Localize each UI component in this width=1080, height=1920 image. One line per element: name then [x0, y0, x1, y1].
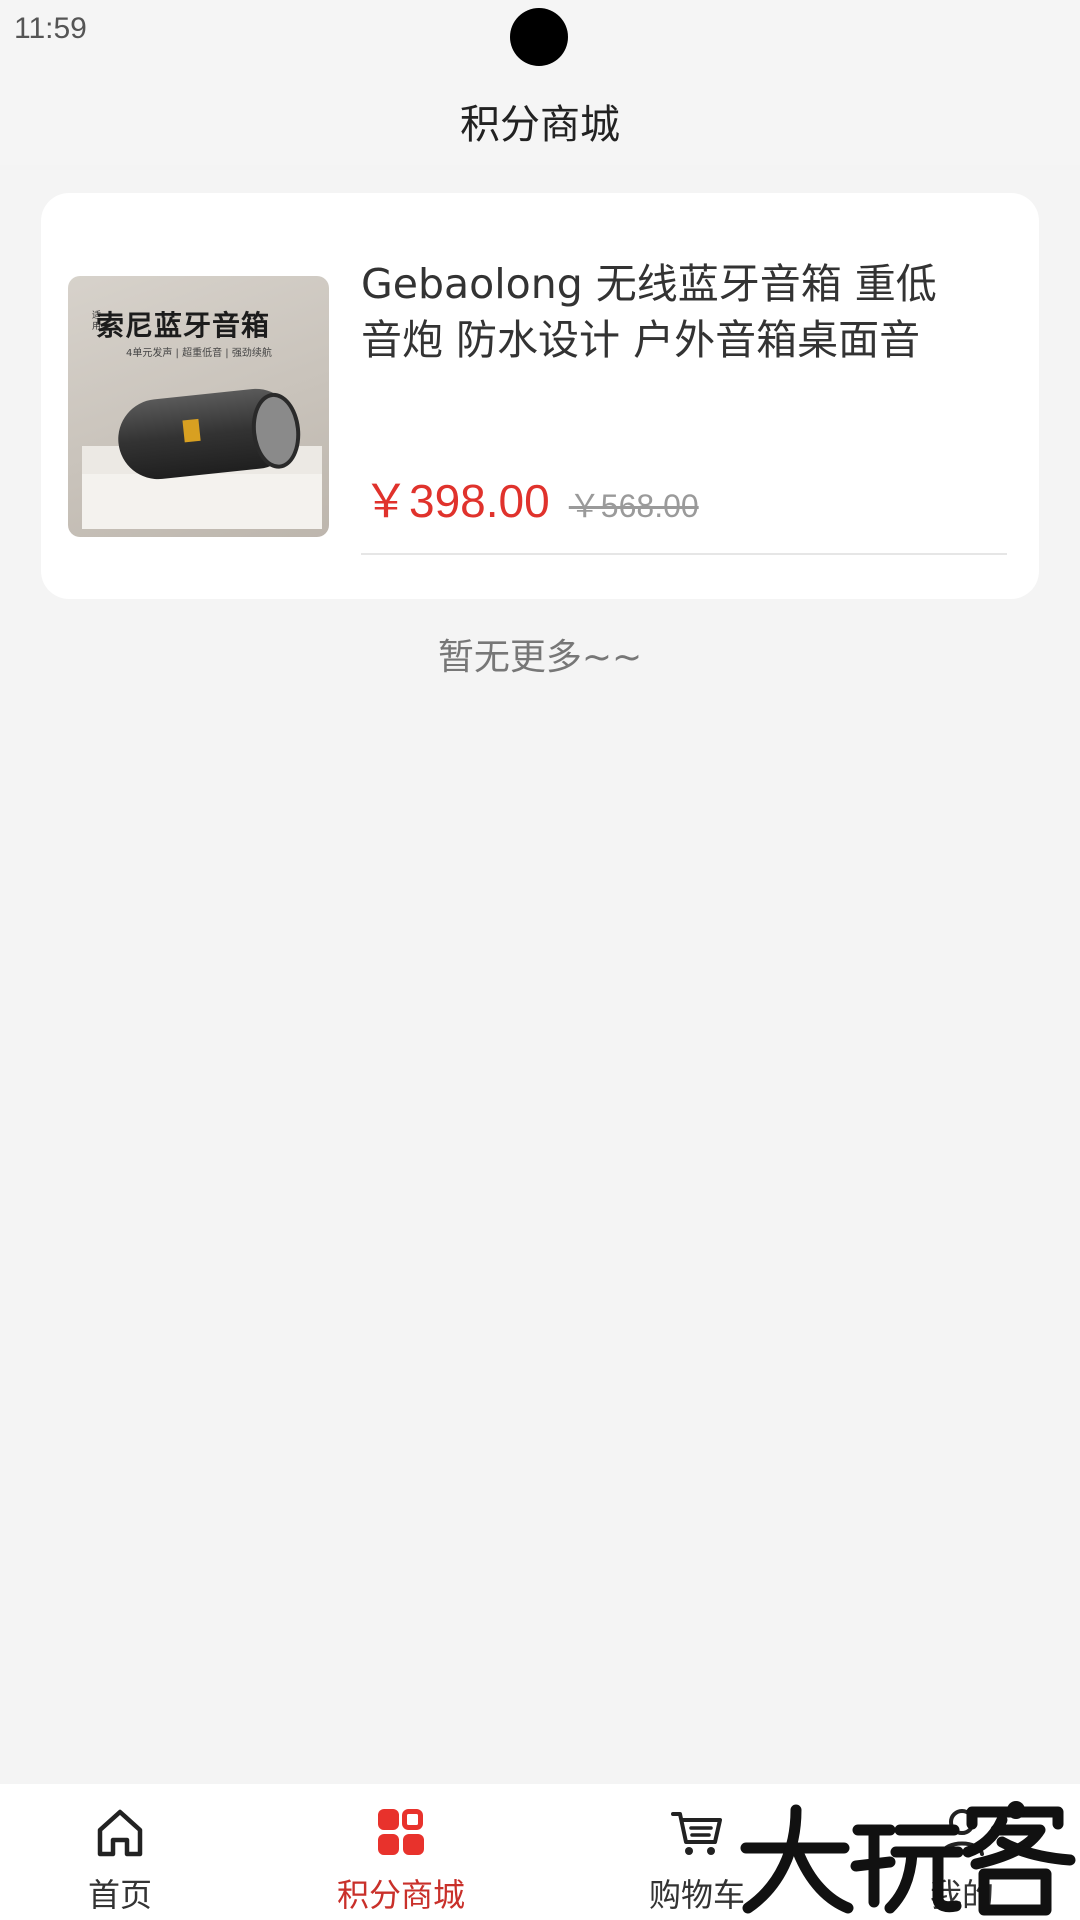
speaker-badge	[182, 418, 201, 443]
product-card[interactable]: 适用 索尼蓝牙音箱 4单元发声 | 超重低音 | 强劲续航 Gebaolong …	[41, 193, 1039, 599]
cart-icon	[671, 1812, 722, 1855]
tab-points-mall-label: 积分商城	[336, 1876, 465, 1914]
grid-apps-icon	[378, 1809, 424, 1855]
card-divider	[361, 553, 1007, 555]
camera-cutout	[510, 8, 568, 66]
status-time: 11:59	[14, 12, 87, 45]
page-title: 积分商城	[460, 102, 620, 148]
product-price: ￥398.00	[363, 475, 550, 527]
price-row: ￥398.00 ￥568.00	[363, 465, 699, 531]
product-image-caption-title: 索尼蓝牙音箱	[96, 309, 271, 342]
nav-bar: 积分商城	[0, 70, 1080, 165]
home-icon	[97, 1809, 143, 1857]
tab-home-label: 首页	[87, 1876, 152, 1914]
product-image-caption-sub: 4单元发声 | 超重低音 | 强劲续航	[126, 348, 272, 359]
product-title[interactable]: Gebaolong 无线蓝牙音箱 重低音炮 防水设计 户外音箱桌面音	[361, 256, 971, 368]
product-original-price: ￥568.00	[568, 488, 699, 524]
status-bar: 11:59	[0, 0, 1080, 70]
tab-points-mall[interactable]: 积分商城	[266, 1784, 536, 1920]
pedestal-front-shape	[82, 474, 322, 529]
no-more-text: 暂无更多~~	[437, 637, 643, 678]
product-image[interactable]: 适用 索尼蓝牙音箱 4单元发声 | 超重低音 | 强劲续航	[68, 276, 329, 537]
watermark-logo	[740, 1801, 1076, 1916]
tab-home[interactable]: 首页	[0, 1784, 255, 1920]
